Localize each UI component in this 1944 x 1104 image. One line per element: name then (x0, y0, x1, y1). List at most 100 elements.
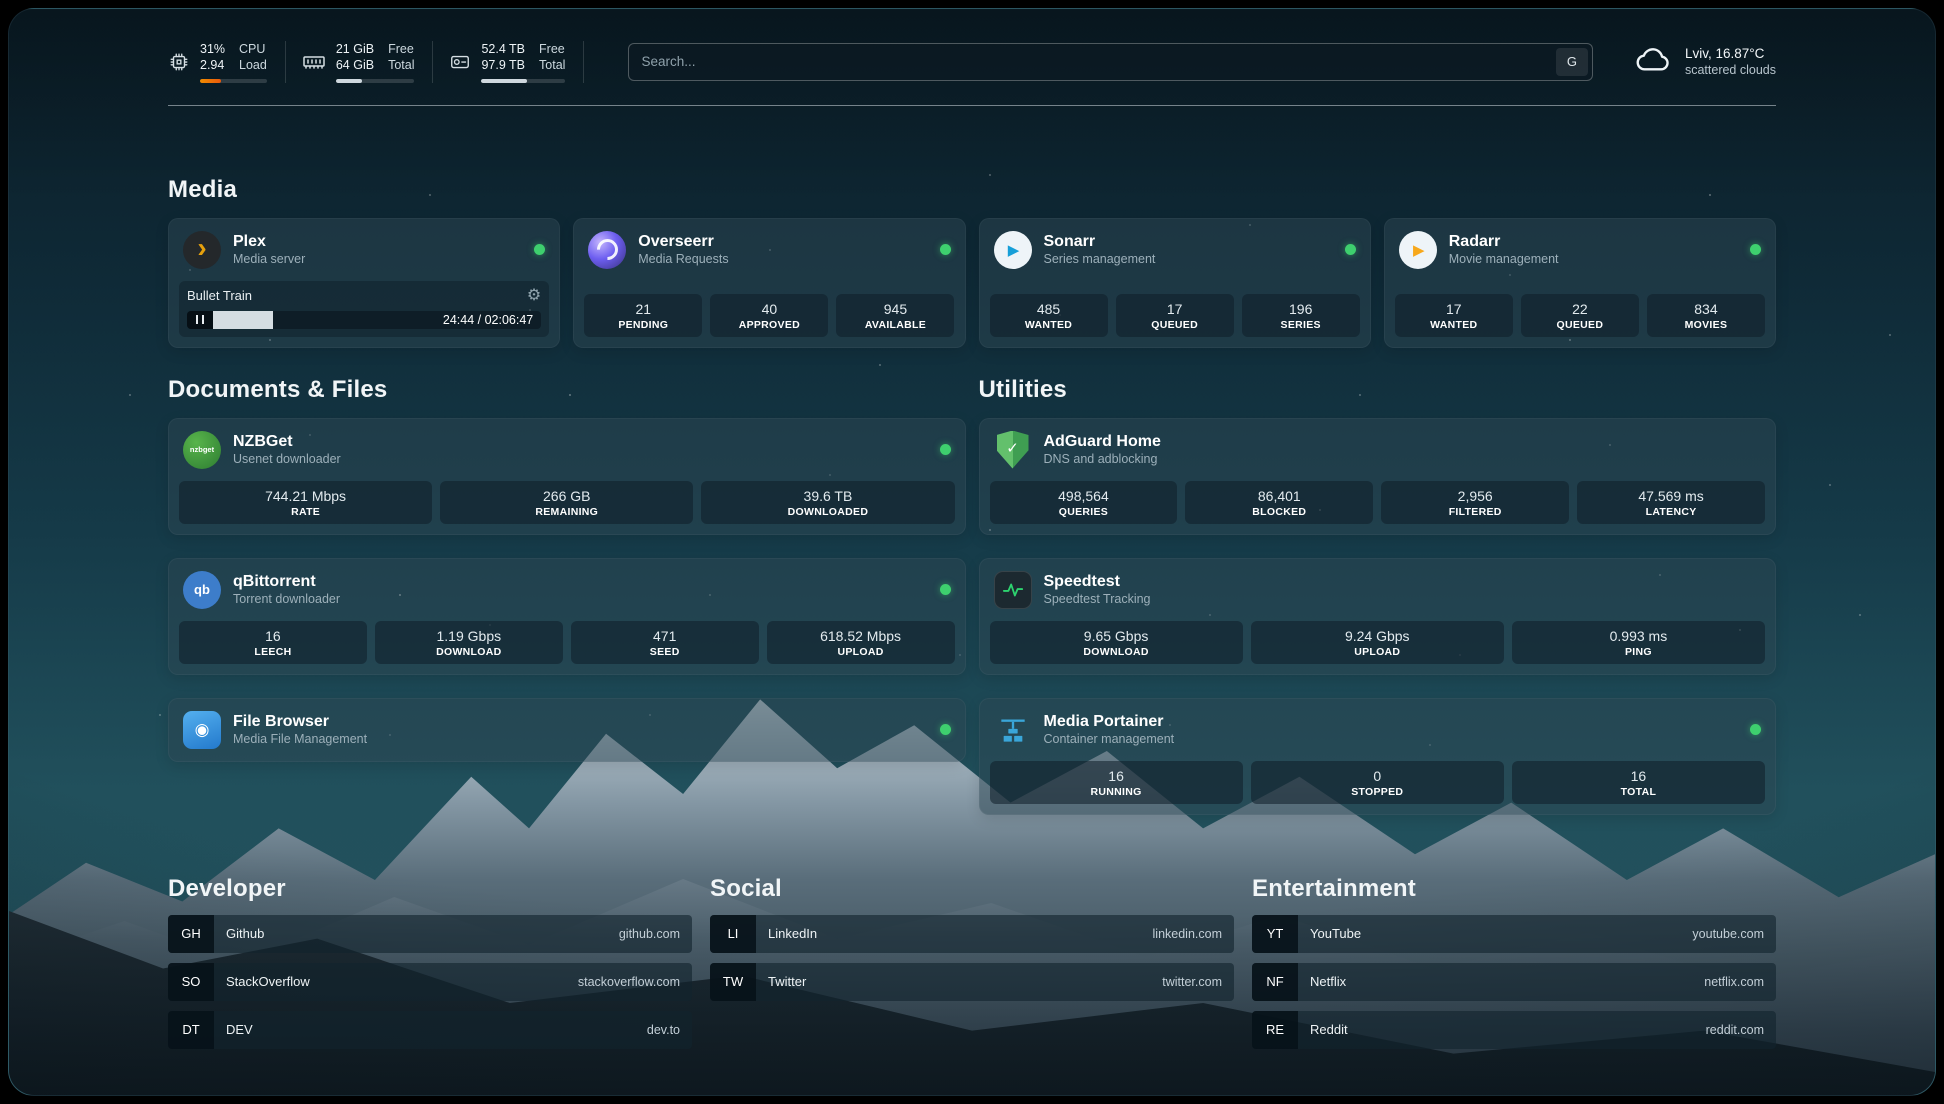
stat-value: 39.6 TB (705, 488, 950, 504)
sonarr-header: Sonarr Series management (980, 219, 1370, 281)
playback-progress-bar[interactable]: 24:44 / 02:06:47 (187, 311, 541, 329)
stat-box: 40APPROVED (710, 294, 828, 337)
bookmark-name: YouTube (1310, 926, 1361, 941)
plex-now-playing-panel: Bullet Train ⚙ 24:44 / 02:06:47 (179, 281, 549, 337)
playback-progress-fill (213, 311, 273, 329)
stat-label: TOTAL (1516, 786, 1761, 798)
pause-button[interactable] (187, 311, 213, 329)
stat-label: SERIES (1246, 319, 1356, 331)
now-playing-title: Bullet Train (187, 288, 252, 303)
plex-icon (183, 231, 221, 269)
bookmark-reddit[interactable]: RE Reddit reddit.com (1252, 1011, 1776, 1049)
stat-box: 16RUNNING (990, 761, 1243, 804)
qbittorrent-logo-text: qb (194, 582, 210, 597)
stat-value: 266 GB (444, 488, 689, 504)
filebrowser-card[interactable]: File Browser Media File Management (168, 698, 966, 762)
stat-label: UPLOAD (1255, 646, 1500, 658)
stat-label: BLOCKED (1189, 506, 1369, 518)
service-name: Sonarr (1044, 232, 1156, 252)
nzbget-stats: 744.21 MbpsRATE 266 GBREMAINING 39.6 TBD… (169, 481, 965, 534)
stat-box: 0STOPPED (1251, 761, 1504, 804)
bookmark-name: Reddit (1310, 1022, 1348, 1037)
stat-label: PENDING (588, 319, 698, 331)
search-input[interactable] (641, 54, 1556, 69)
media-grid: Plex Media server Bullet Train ⚙ (168, 218, 1776, 348)
stat-label: QUERIES (994, 506, 1174, 518)
filebrowser-header: File Browser Media File Management (169, 699, 965, 761)
radarr-stats: 17WANTED 22QUEUED 834MOVIES (1385, 294, 1775, 347)
stat-value: 17 (1120, 301, 1230, 317)
service-subtitle: Torrent downloader (233, 592, 340, 608)
cpu-load-average: 2.94 (200, 57, 225, 73)
bookmark-abbr: DT (168, 1011, 214, 1049)
service-subtitle: Movie management (1449, 252, 1559, 268)
adguard-card[interactable]: AdGuard Home DNS and adblocking 498,564Q… (979, 418, 1777, 535)
stat-box: 16TOTAL (1512, 761, 1765, 804)
stat-value: 47.569 ms (1581, 488, 1761, 504)
radarr-card[interactable]: Radarr Movie management 17WANTED 22QUEUE… (1384, 218, 1776, 348)
stat-value: 9.24 Gbps (1255, 628, 1500, 644)
service-name: NZBGet (233, 432, 341, 452)
bookmark-youtube[interactable]: YT YouTube youtube.com (1252, 915, 1776, 953)
bookmark-github[interactable]: GH Github github.com (168, 915, 692, 953)
bookmark-url: reddit.com (1706, 1023, 1764, 1037)
bookmark-linkedin[interactable]: LI LinkedIn linkedin.com (710, 915, 1234, 953)
adguard-shield-icon (994, 431, 1032, 469)
stat-label: FILTERED (1385, 506, 1565, 518)
bookmark-abbr: LI (710, 915, 756, 953)
search-engine-button[interactable]: G (1556, 48, 1588, 76)
qbittorrent-card[interactable]: qb qBittorrent Torrent downloader 16LEEC… (168, 558, 966, 675)
status-dot (1750, 724, 1761, 735)
bookmark-dev[interactable]: DT DEV dev.to (168, 1011, 692, 1049)
cpu-icon (168, 51, 190, 73)
service-subtitle: Usenet downloader (233, 452, 341, 468)
bookmark-name: LinkedIn (768, 926, 817, 941)
portainer-card[interactable]: Media Portainer Container management 16R… (979, 698, 1777, 815)
bookmark-netflix[interactable]: NF Netflix netflix.com (1252, 963, 1776, 1001)
stat-value: 86,401 (1189, 488, 1369, 504)
speedtest-card[interactable]: Speedtest Speedtest Tracking 9.65 GbpsDO… (979, 558, 1777, 675)
stat-value: 16 (994, 768, 1239, 784)
entertainment-title: Entertainment (1252, 875, 1776, 903)
stat-value: 9.65 Gbps (994, 628, 1239, 644)
speedtest-icon (994, 571, 1032, 609)
speedtest-header: Speedtest Speedtest Tracking (980, 559, 1776, 621)
plex-card[interactable]: Plex Media server Bullet Train ⚙ (168, 218, 560, 348)
dashboard-window: 31% 2.94 CPU Load (8, 8, 1936, 1096)
topbar-divider (168, 105, 1776, 106)
playback-time: 24:44 / 02:06:47 (443, 313, 533, 327)
overseerr-card[interactable]: Overseerr Media Requests 21PENDING 40APP… (573, 218, 965, 348)
disk-icon (449, 51, 471, 73)
bookmark-twitter[interactable]: TW Twitter twitter.com (710, 963, 1234, 1001)
stat-box: 47.569 msLATENCY (1577, 481, 1765, 524)
ram-free-value: 21 GiB (336, 41, 374, 57)
disk-total-label: Total (539, 57, 565, 73)
stat-value: 22 (1525, 301, 1635, 317)
stat-label: DOWNLOAD (379, 646, 559, 658)
stat-label: UPLOAD (771, 646, 951, 658)
nzbget-icon: nzbget (183, 431, 221, 469)
adguard-header: AdGuard Home DNS and adblocking (980, 419, 1776, 481)
portainer-header: Media Portainer Container management (980, 699, 1776, 761)
stat-value: 17 (1399, 301, 1509, 317)
status-dot (940, 724, 951, 735)
service-name: Overseerr (638, 232, 728, 252)
portainer-stats: 16RUNNING 0STOPPED 16TOTAL (980, 761, 1776, 814)
stat-label: REMAINING (444, 506, 689, 518)
disk-usage-bar (481, 79, 565, 83)
service-subtitle: DNS and adblocking (1044, 452, 1161, 468)
stat-label: WANTED (1399, 319, 1509, 331)
bookmark-stackoverflow[interactable]: SO StackOverflow stackoverflow.com (168, 963, 692, 1001)
stat-label: STOPPED (1255, 786, 1500, 798)
stat-box: 9.65 GbpsDOWNLOAD (990, 621, 1243, 664)
stat-value: 196 (1246, 301, 1356, 317)
service-name: Media Portainer (1044, 712, 1175, 732)
stat-value: 21 (588, 301, 698, 317)
service-name: AdGuard Home (1044, 432, 1161, 452)
bookmark-name: Netflix (1310, 974, 1346, 989)
sonarr-card[interactable]: Sonarr Series management 485WANTED 17QUE… (979, 218, 1371, 348)
gear-icon[interactable]: ⚙ (527, 288, 541, 304)
bookmark-abbr: RE (1252, 1011, 1298, 1049)
nzbget-card[interactable]: nzbget NZBGet Usenet downloader 744.21 M… (168, 418, 966, 535)
social-title: Social (710, 875, 1234, 903)
